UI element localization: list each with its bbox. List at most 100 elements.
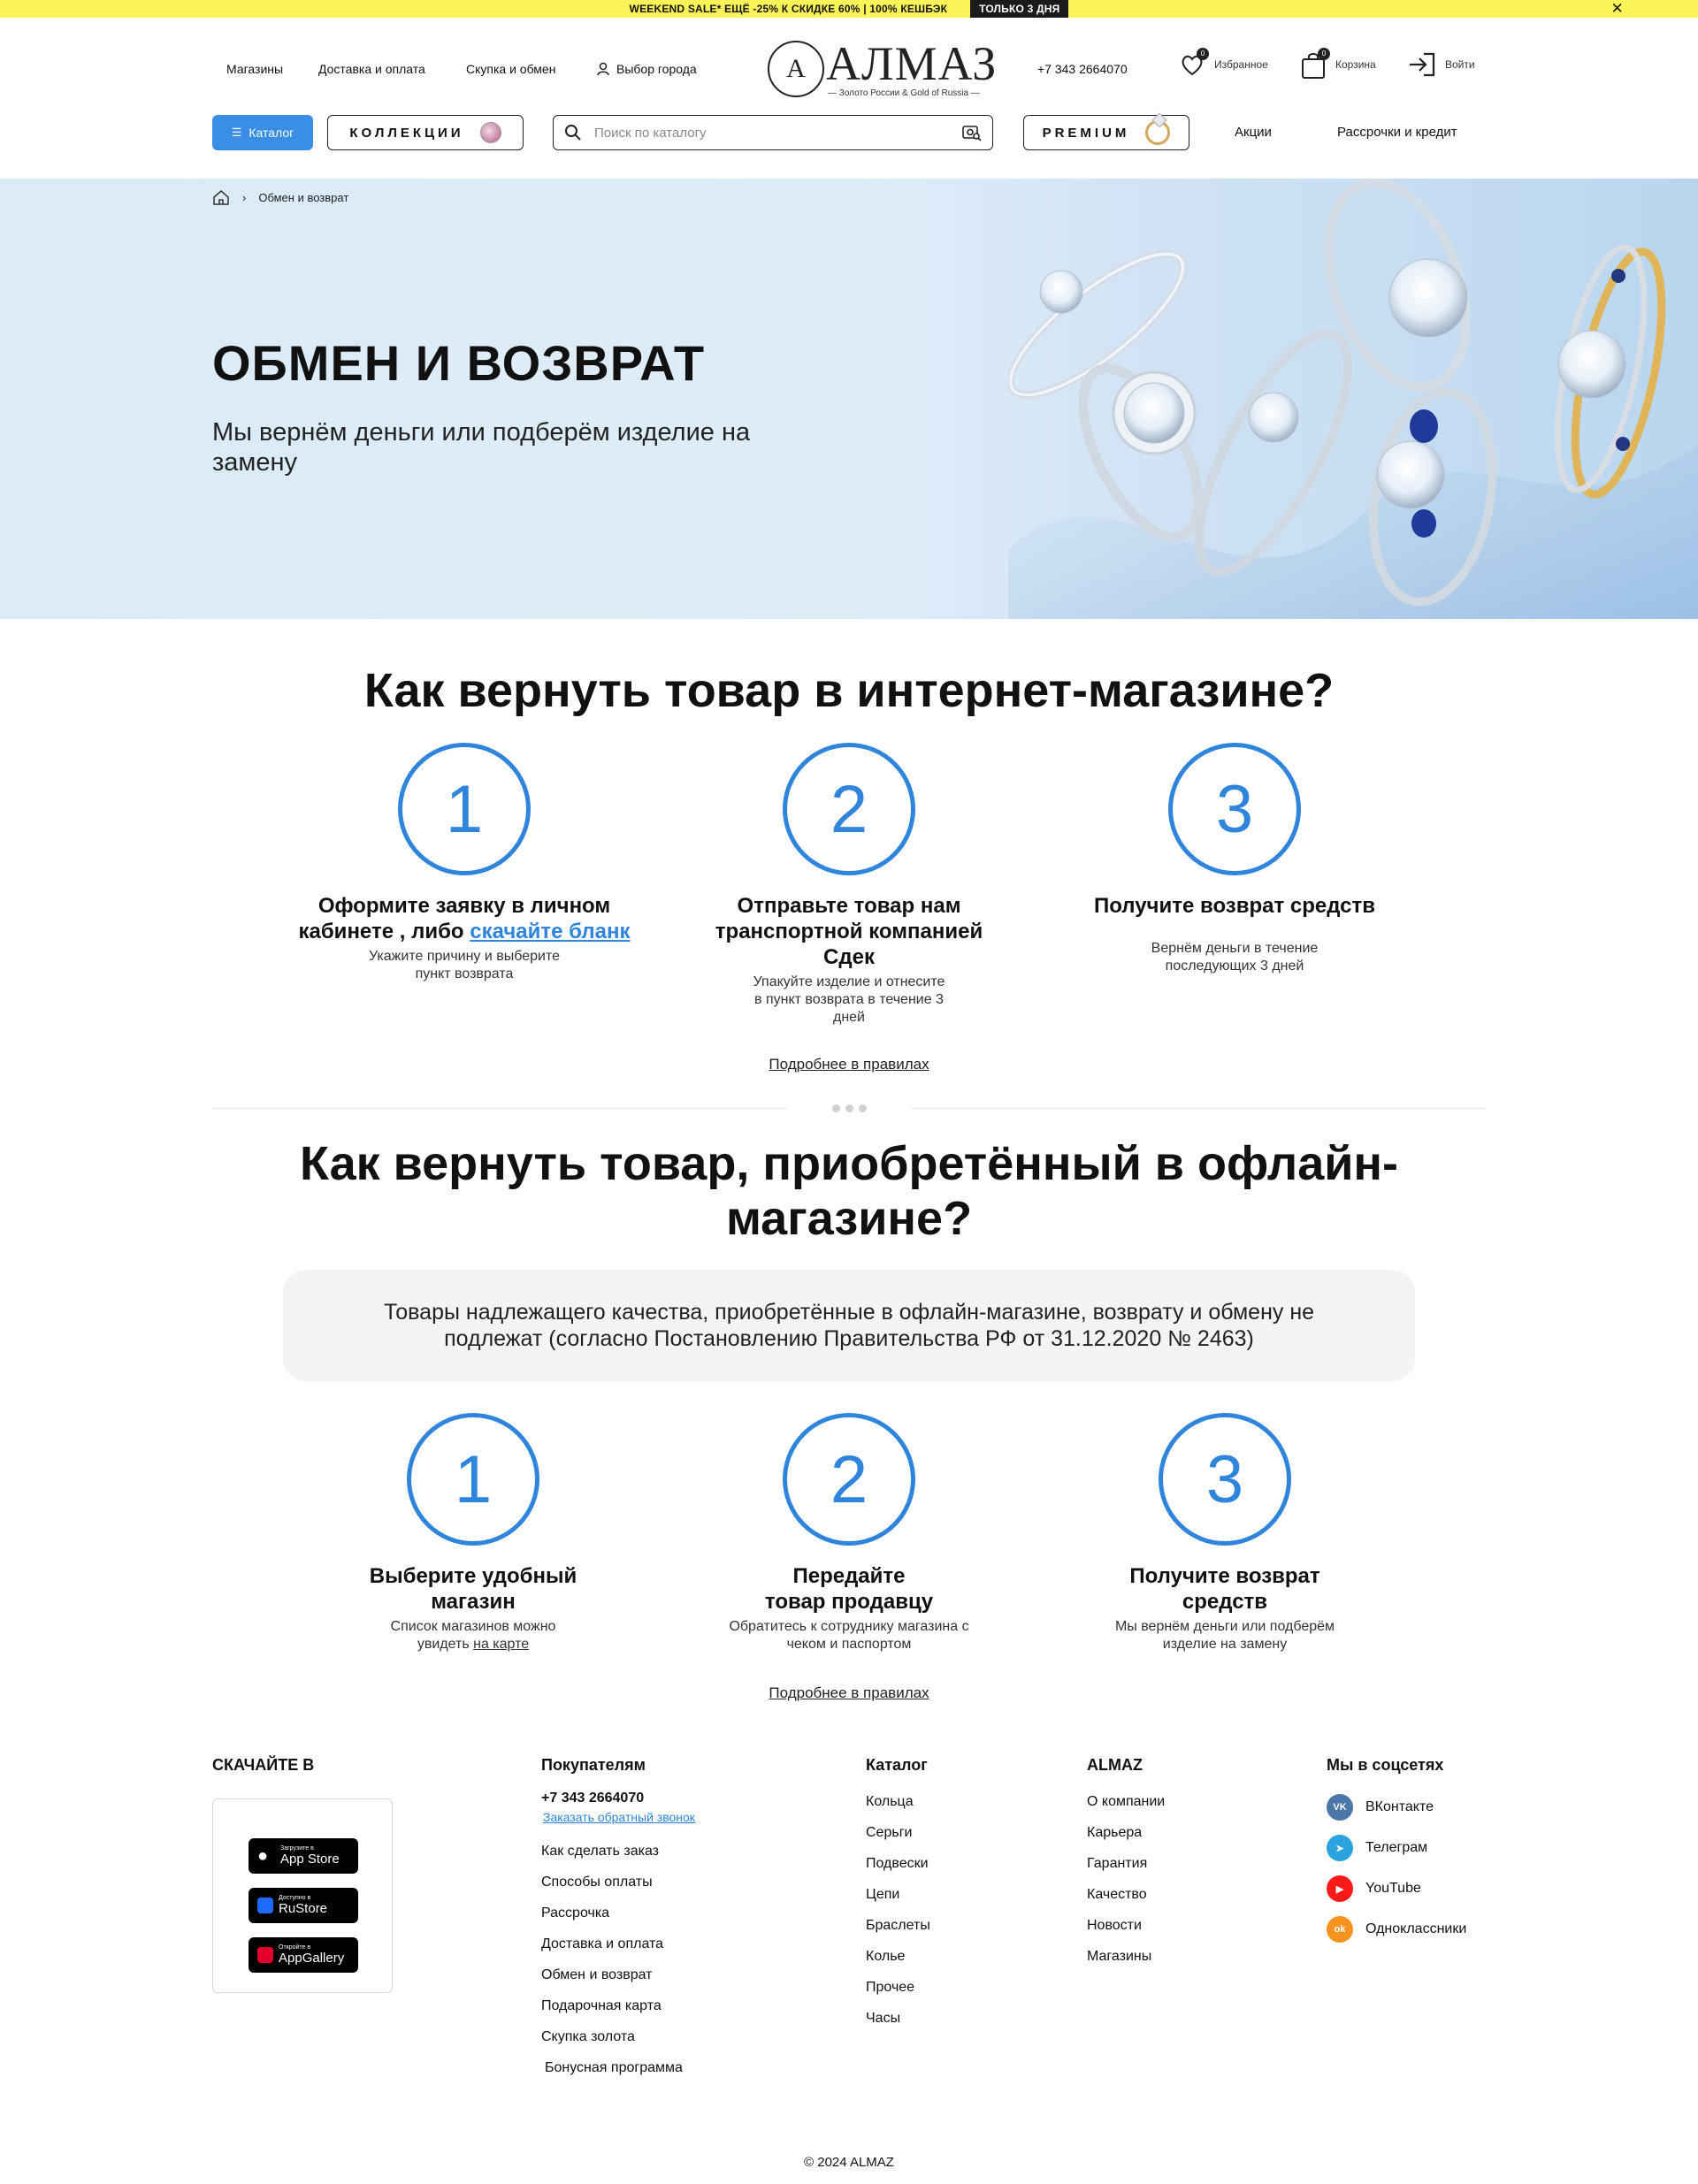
cart-button[interactable]: 0 Корзина <box>1300 48 1376 79</box>
social-telegram[interactable]: ➤ Телеграм <box>1327 1835 1466 1861</box>
huawei-icon <box>257 1947 273 1963</box>
odnoklassniki-icon: ok <box>1327 1916 1353 1943</box>
download-form-link[interactable]: скачайте бланк <box>470 920 630 943</box>
image-search-icon[interactable] <box>962 124 982 141</box>
premium-label: PREMIUM <box>1042 125 1130 141</box>
logo-emblem <box>768 41 824 97</box>
catalog-title: Каталог <box>866 1756 928 1774</box>
footer-link[interactable]: Кольца <box>866 1794 930 1810</box>
header-phone[interactable]: +7 343 2664070 <box>1037 62 1128 76</box>
search-input[interactable] <box>594 125 950 141</box>
almaz-title: ALMAZ <box>1087 1756 1143 1774</box>
appgallery-button[interactable]: Откройте в AppGallery <box>249 1937 358 1973</box>
logo[interactable]: АЛМАЗ — Золото России & Gold of Russia — <box>768 37 996 98</box>
nav-stores[interactable]: Магазины <box>226 62 283 76</box>
nav-buyback[interactable]: Скупка и обмен <box>466 62 555 76</box>
step-text: Список магазинов можно увидеть на карте <box>305 1618 641 1653</box>
favorites-count: 0 <box>1197 48 1209 60</box>
telegram-icon: ➤ <box>1327 1835 1353 1861</box>
offline-rules-link[interactable]: Подробнее в правилах <box>769 1684 929 1701</box>
favorites-label: Избранное <box>1214 58 1268 71</box>
footer-link[interactable]: Часы <box>866 2011 930 2027</box>
online-step-3: 3 Получите возврат средств Вернём деньги… <box>1067 743 1403 975</box>
close-icon[interactable]: ✕ <box>1611 1 1624 17</box>
step-number: 1 <box>398 743 531 875</box>
promo-text: WEEKEND SALE* ЕЩЁ -25% К СКИДКЕ 60% | 10… <box>629 3 948 15</box>
home-icon[interactable] <box>212 189 230 205</box>
social-label: YouTube <box>1365 1881 1421 1896</box>
login-button[interactable]: Войти <box>1408 51 1475 78</box>
collections-label: КОЛЛЕКЦИИ <box>349 125 464 141</box>
offline-step-2: 2 Передайте товар продавцу Обратитесь к … <box>681 1413 1017 1653</box>
step-number: 3 <box>1159 1413 1291 1546</box>
cart-count: 0 <box>1318 48 1330 60</box>
logo-text: АЛМАЗ <box>826 37 998 90</box>
rustore-button[interactable]: Доступно в RuStore <box>249 1888 358 1923</box>
premium-button[interactable]: PREMIUM <box>1023 115 1189 150</box>
footer-link[interactable]: Как сделать заказ <box>541 1844 695 1859</box>
footer-link[interactable]: Скупка золота <box>541 2029 695 2045</box>
offline-section-title: Как вернуть товар, приобретённый в офлай… <box>299 1137 1399 1245</box>
breadcrumb: › Обмен и возврат <box>212 189 348 205</box>
footer-link[interactable]: Качество <box>1087 1887 1165 1903</box>
footer-link[interactable]: Карьера <box>1087 1825 1165 1841</box>
footer-link[interactable]: Обмен и возврат <box>541 1967 695 1983</box>
map-link[interactable]: на карте <box>473 1637 529 1652</box>
online-rules-link[interactable]: Подробнее в правилах <box>769 1056 929 1073</box>
collections-button[interactable]: КОЛЛЕКЦИИ <box>327 115 524 150</box>
callback-link[interactable]: Заказать обратный звонок <box>543 1810 695 1824</box>
footer-link[interactable]: Магазины <box>1087 1949 1165 1965</box>
footer-link[interactable]: Подарочная карта <box>541 1998 695 2014</box>
footer-link[interactable]: Прочее <box>866 1980 930 1996</box>
promo-bar: WEEKEND SALE* ЕЩЁ -25% К СКИДКЕ 60% | 10… <box>0 0 1698 18</box>
footer-download: СКАЧАЙТЕ В <box>212 1756 314 1794</box>
footer-link[interactable]: Новости <box>1087 1918 1165 1934</box>
download-title: СКАЧАЙТЕ В <box>212 1756 315 1774</box>
footer-link[interactable]: Доставка и оплата <box>541 1936 695 1952</box>
footer-phone[interactable]: +7 343 2664070 <box>541 1791 695 1806</box>
online-step-1: 1 Оформите заявку в личном кабинете , ли… <box>296 743 632 983</box>
menu-icon: ☰ <box>231 126 242 139</box>
city-select[interactable]: Выбор города <box>597 62 697 76</box>
footer-link[interactable]: Колье <box>866 1949 930 1965</box>
social-odnoklassniki[interactable]: ok Одноклассники <box>1327 1916 1466 1943</box>
offline-step-1: 1 Выберите удобный магазин Список магази… <box>305 1413 641 1653</box>
footer-link[interactable]: Подвески <box>866 1856 930 1872</box>
rustore-icon <box>257 1898 273 1913</box>
footer-link[interactable]: О компании <box>1087 1794 1165 1810</box>
credit-link[interactable]: Рассрочки и кредит <box>1337 125 1457 140</box>
search-icon[interactable] <box>564 124 582 141</box>
step-text: Обратитесь к сотруднику магазина с чеком… <box>729 1619 969 1652</box>
chevron-right-icon: › <box>242 190 247 204</box>
step-text: Мы вернём деньги или подберём изделие на… <box>1114 1619 1335 1652</box>
rings-image <box>1008 179 1698 619</box>
vk-icon: VK <box>1327 1794 1353 1821</box>
social-title: Мы в соцсетях <box>1327 1756 1444 1774</box>
step-number: 1 <box>407 1413 539 1546</box>
footer-link[interactable]: Цепи <box>866 1887 930 1903</box>
nav-delivery[interactable]: Доставка и оплата <box>318 62 425 76</box>
city-select-label: Выбор города <box>616 62 697 76</box>
step-text: Упакуйте изделие и отнесите в пункт возв… <box>753 974 945 1025</box>
social-label: ВКонтакте <box>1365 1799 1434 1814</box>
appstore-button[interactable]: ● Загрузите в App Store <box>249 1838 358 1874</box>
footer-link[interactable]: Гарантия <box>1087 1856 1165 1872</box>
social-youtube[interactable]: ▶ YouTube <box>1327 1875 1466 1902</box>
footer-link[interactable]: Рассрочка <box>541 1905 695 1921</box>
footer-link[interactable]: Браслеты <box>866 1918 930 1934</box>
favorites-button[interactable]: 0 Избранное <box>1179 48 1268 78</box>
step-number: 2 <box>783 743 915 875</box>
search-bar <box>553 115 993 150</box>
breadcrumb-current: Обмен и возврат <box>258 190 349 204</box>
social-vk[interactable]: VK ВКонтакте <box>1327 1794 1466 1821</box>
offline-step-3: 3 Получите возврат средств Мы вернём ден… <box>1057 1413 1393 1653</box>
catalog-links: Кольца Серьги Подвески Цепи Браслеты Кол… <box>866 1794 930 2027</box>
step-number: 2 <box>783 1413 915 1546</box>
footer-link[interactable]: Бонусная программа <box>541 2060 695 2076</box>
footer-link[interactable]: Серьги <box>866 1825 930 1841</box>
promotions-link[interactable]: Акции <box>1235 125 1272 140</box>
apple-icon: ● <box>257 1845 269 1866</box>
catalog-button[interactable]: ☰ Каталог <box>212 115 313 150</box>
promo-badge[interactable]: ТОЛЬКО 3 ДНЯ <box>970 0 1069 18</box>
footer-link[interactable]: Способы оплаты <box>541 1875 695 1890</box>
